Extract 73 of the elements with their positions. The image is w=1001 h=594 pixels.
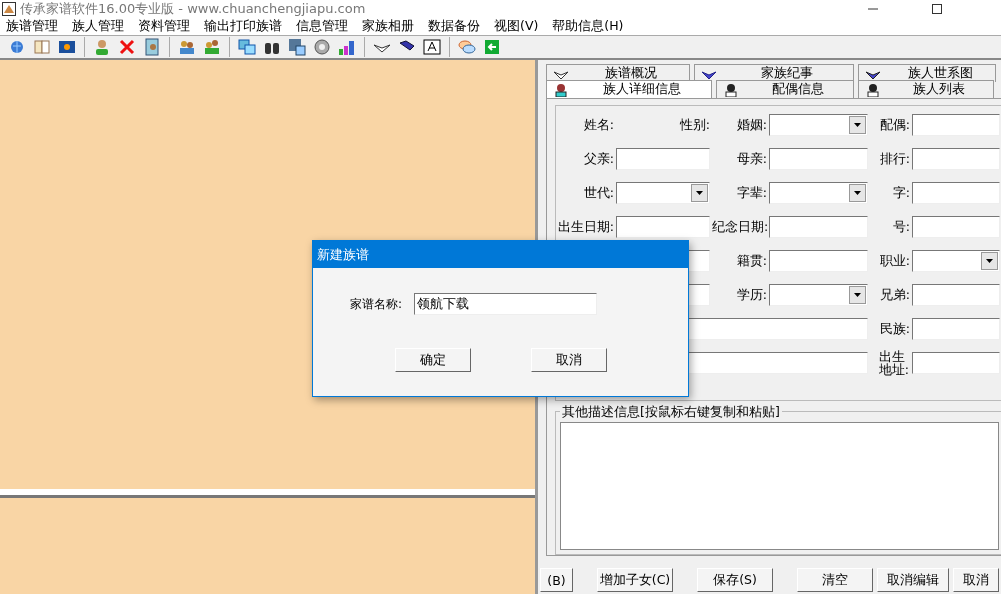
field-label: 世代: xyxy=(582,184,614,202)
action-button[interactable]: 取消 xyxy=(953,568,999,592)
dropdown-arrow-icon xyxy=(854,191,861,195)
windows-icon[interactable] xyxy=(236,36,258,58)
text-field[interactable] xyxy=(912,114,1000,136)
dialog-button[interactable]: 取消 xyxy=(530,348,607,372)
tab-icon xyxy=(865,82,881,97)
name-input[interactable]: 领航下载 xyxy=(414,293,598,315)
text-field[interactable] xyxy=(769,216,868,238)
settings-icon[interactable] xyxy=(311,36,333,58)
menu-item[interactable]: 族谱管理 xyxy=(0,18,66,35)
field-label: 配偶: xyxy=(878,116,910,134)
field-label: 出生地址: xyxy=(878,349,910,377)
action-button[interactable]: 增加子女(C) xyxy=(597,568,673,592)
window-title: 传承家谱软件16.00专业版 - www.chuanchengjiapu.com xyxy=(20,0,367,18)
splitter[interactable] xyxy=(0,489,535,498)
field-label: 婚姻: xyxy=(735,116,767,134)
action-button[interactable]: 保存(S) xyxy=(697,568,773,592)
dropdown-arrow-icon xyxy=(986,259,993,263)
dropdown-field[interactable] xyxy=(769,284,868,306)
action-button[interactable]: 清空 xyxy=(797,568,873,592)
group-title: 其他描述信息[按鼠标右键复制和粘贴] xyxy=(560,403,782,421)
menu-item[interactable]: 帮助信息(H) xyxy=(546,18,632,35)
action-button[interactable]: (B) xyxy=(540,568,573,592)
field-label: 性别: xyxy=(678,116,710,134)
dropdown-field[interactable] xyxy=(616,182,710,204)
dropdown-arrow-icon xyxy=(854,123,861,127)
dialog-button[interactable]: 确定 xyxy=(394,348,471,372)
tab[interactable]: 族人列表 xyxy=(858,80,994,98)
field-label: 排行: xyxy=(878,150,910,168)
text-field[interactable] xyxy=(769,250,868,272)
field-label: 母亲: xyxy=(735,150,767,168)
field-label: 民族: xyxy=(878,320,910,338)
dropdown-arrow-icon xyxy=(854,293,861,297)
text-field[interactable] xyxy=(912,284,1000,306)
menu-item[interactable]: 家族相册 xyxy=(356,18,422,35)
text-field[interactable] xyxy=(912,216,1000,238)
menu-item[interactable]: 族人管理 xyxy=(66,18,132,35)
field-label: 兄弟: xyxy=(878,286,910,304)
tab[interactable]: 配偶信息 xyxy=(716,80,854,98)
text-field[interactable] xyxy=(769,148,868,170)
text-field[interactable] xyxy=(912,148,1000,170)
field-label: 姓名: xyxy=(582,116,614,134)
field-label: 学历: xyxy=(735,286,767,304)
tab-icon xyxy=(723,82,739,97)
field-label: 字: xyxy=(891,184,910,202)
menu-item[interactable]: 数据备份 xyxy=(422,18,488,35)
text-field[interactable] xyxy=(616,148,710,170)
dropdown-arrow-icon xyxy=(696,191,703,195)
action-button[interactable]: 取消编辑 xyxy=(877,568,949,592)
menu-item[interactable]: 输出打印族谱 xyxy=(198,18,290,35)
dropdown-field[interactable] xyxy=(912,250,1000,272)
maximize-icon[interactable] xyxy=(931,3,943,15)
field-label: 家谱名称: xyxy=(350,295,403,313)
text-field[interactable] xyxy=(616,216,710,238)
field-label: 职业: xyxy=(878,252,910,270)
dropdown-field[interactable] xyxy=(769,182,868,204)
field-label: 字辈: xyxy=(735,184,767,202)
text-field[interactable] xyxy=(912,318,1000,340)
dialog-title: 新建族谱 xyxy=(317,245,369,264)
field-label: 父亲: xyxy=(582,150,614,168)
menu-item[interactable]: 视图(V) xyxy=(488,18,547,35)
field-label: 纪念日期: xyxy=(712,218,767,236)
field-label: 籍贯: xyxy=(735,252,767,270)
tab-icon xyxy=(553,82,569,97)
text-icon[interactable] xyxy=(421,36,443,58)
dropdown-field[interactable] xyxy=(769,114,868,136)
text-field[interactable] xyxy=(912,182,1000,204)
text-field[interactable] xyxy=(912,352,1000,374)
menu-item[interactable]: 资料管理 xyxy=(132,18,198,35)
menu-item[interactable]: 信息管理 xyxy=(290,18,356,35)
field-label: 出生日期: xyxy=(556,218,614,236)
field-label: 号: xyxy=(891,218,910,236)
